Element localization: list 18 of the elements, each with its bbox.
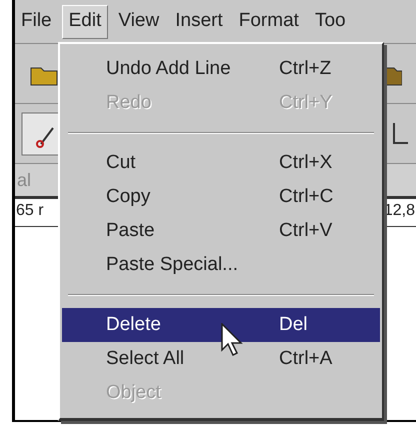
menu-item[interactable]: Delete Del (62, 308, 380, 342)
menu-bar-item[interactable]: Insert (169, 4, 229, 38)
menu-item[interactable]: Copy Ctrl+C (62, 180, 380, 214)
menu-item[interactable]: Select All Ctrl+A (62, 342, 380, 376)
menu-bar-item[interactable]: File (15, 4, 58, 38)
menu-item[interactable]: Paste Special... (62, 248, 380, 282)
menu-bar-item[interactable]: Format (232, 4, 305, 38)
menu-item[interactable]: Undo Add Line Ctrl+Z (62, 52, 380, 86)
font-field-text: al (17, 168, 32, 192)
line-tool-icon[interactable] (21, 112, 61, 156)
menu-bar-item[interactable]: View (112, 4, 166, 38)
menu-bar-item[interactable]: Too (308, 4, 352, 38)
ruler-label: 12,8 (384, 201, 415, 221)
menu-item[interactable]: Paste Ctrl+V (62, 214, 380, 248)
mouse-pointer-icon (221, 323, 245, 357)
menu-item[interactable]: Cut Ctrl+X (62, 146, 380, 180)
ruler-label: 65 r (16, 201, 44, 221)
menu-bar-item[interactable]: Edit (62, 4, 108, 38)
